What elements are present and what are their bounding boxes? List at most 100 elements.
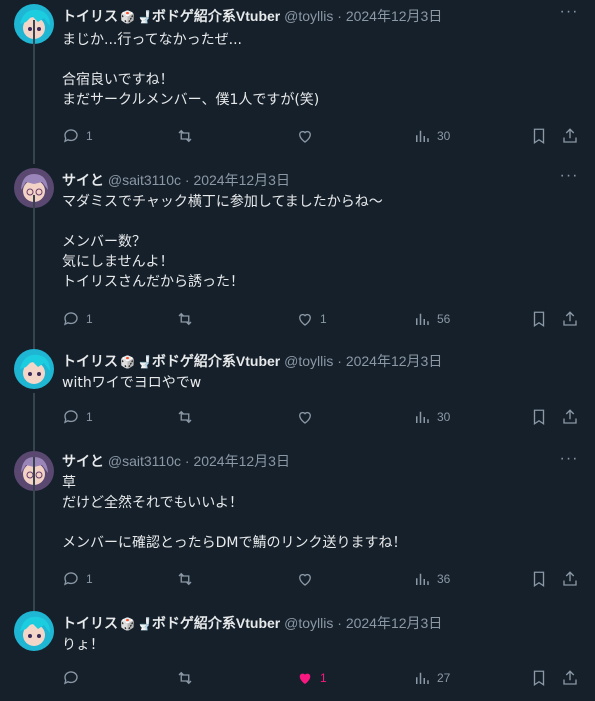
heart-icon xyxy=(299,313,311,326)
author-name-suffix[interactable]: ボドゲ紹介系Vtuber xyxy=(152,353,280,369)
reply-button[interactable]: 1 xyxy=(62,407,93,427)
bookmark-button[interactable] xyxy=(530,569,548,589)
reply-icon xyxy=(63,671,78,685)
author-name[interactable]: トイリス xyxy=(62,8,118,24)
author-handle[interactable]: @sait3110c xyxy=(108,172,181,188)
tweet[interactable]: サイと @sait3110c · 2024年12月3日 ··· マダミスでチャッ… xyxy=(0,20,595,350)
tweet-text: withワイでヨロやでw xyxy=(62,373,575,393)
share-icon xyxy=(563,128,577,143)
like-button[interactable] xyxy=(296,569,314,589)
like-button[interactable]: 1 xyxy=(296,668,327,688)
repost-icon xyxy=(178,129,192,143)
tweet-line-blank xyxy=(62,513,575,533)
tweet-date[interactable]: 2024年12月3日 xyxy=(346,615,443,631)
bookmark-button[interactable] xyxy=(530,309,548,329)
tweet-actions: 1 36 xyxy=(0,569,595,589)
views-button[interactable]: 30 xyxy=(413,126,450,146)
more-options-icon[interactable]: ··· xyxy=(557,449,581,473)
author-name-suffix[interactable]: ボドゲ紹介系Vtuber xyxy=(152,615,280,631)
views-button[interactable]: 30 xyxy=(413,407,450,427)
views-icon xyxy=(416,130,429,142)
author-name-suffix[interactable]: ボドゲ紹介系Vtuber xyxy=(152,8,280,24)
thread-connector xyxy=(33,393,35,451)
share-icon xyxy=(563,670,577,685)
toilet-icon: 🚽 xyxy=(136,10,152,24)
more-options-icon[interactable]: ··· xyxy=(557,166,581,190)
share-icon xyxy=(563,311,577,326)
toilet-icon: 🚽 xyxy=(136,355,152,369)
author-name[interactable]: サイと xyxy=(62,453,104,469)
more-options-icon[interactable]: ··· xyxy=(557,2,581,26)
heart-filled-icon xyxy=(299,673,311,684)
reply-count: 1 xyxy=(86,410,93,424)
like-count: 1 xyxy=(320,671,327,685)
share-button[interactable] xyxy=(561,126,579,146)
author-name[interactable]: トイリス xyxy=(62,615,118,631)
tweet[interactable]: トイリス 🎲 🚽ボドゲ紹介系Vtuber @toyllis · 2024年12月3日… xyxy=(0,457,595,701)
views-button[interactable]: 27 xyxy=(413,668,450,688)
repost-button[interactable] xyxy=(176,668,194,688)
reply-button[interactable]: 1 xyxy=(62,126,93,146)
reply-button[interactable]: 1 xyxy=(62,309,93,329)
heart-icon xyxy=(299,411,311,424)
tweet-line: マダミスでチャック横丁に参加してましたからね〜 xyxy=(62,194,383,210)
author-handle[interactable]: @toyllis xyxy=(284,353,333,369)
share-button[interactable] xyxy=(561,407,579,427)
reply-button[interactable]: 1 xyxy=(62,569,93,589)
tweet-date[interactable]: 2024年12月3日 xyxy=(193,172,290,188)
bookmark-button[interactable] xyxy=(530,126,548,146)
share-button[interactable] xyxy=(561,569,579,589)
tweet[interactable]: トイリス 🎲 🚽ボドゲ紹介系Vtuber @toyllis · 2024年12月3日… xyxy=(0,195,595,445)
avatar[interactable] xyxy=(14,349,54,389)
repost-button[interactable] xyxy=(176,126,194,146)
tweet-line: メンバー数？ xyxy=(62,234,146,250)
tweet-text: りょ！ xyxy=(62,635,575,655)
separator: · xyxy=(184,172,190,188)
tweet-line: 草 xyxy=(62,475,76,491)
tweet-line: りょ！ xyxy=(62,637,104,653)
author-handle[interactable]: @toyllis xyxy=(284,615,333,631)
tweet-line: まだサークルメンバー、僕1人ですが(笑) xyxy=(62,92,320,108)
reply-icon xyxy=(63,410,78,424)
views-icon xyxy=(416,313,429,325)
view-count: 36 xyxy=(437,572,451,586)
separator: · xyxy=(337,8,342,24)
tweet-line: 気にしませんよ！ xyxy=(62,254,174,270)
views-button[interactable]: 36 xyxy=(413,569,450,589)
tweet-date[interactable]: 2024年12月3日 xyxy=(346,8,443,24)
tweet[interactable]: トイリス 🎲 🚽ボドゲ紹介系Vtuber @toyllis · 2024年12月3日… xyxy=(0,0,595,160)
share-button[interactable] xyxy=(561,668,579,688)
repost-button[interactable] xyxy=(176,569,194,589)
view-count: 30 xyxy=(437,410,451,424)
views-icon xyxy=(416,411,429,423)
bookmark-button[interactable] xyxy=(530,407,548,427)
repost-button[interactable] xyxy=(176,309,194,329)
share-button[interactable] xyxy=(561,309,579,329)
like-button[interactable] xyxy=(296,126,314,146)
repost-icon xyxy=(178,572,192,586)
separator: · xyxy=(184,453,190,469)
tweet-date[interactable]: 2024年12月3日 xyxy=(193,453,290,469)
author-handle[interactable]: @toyllis xyxy=(284,8,333,24)
reply-button[interactable] xyxy=(62,668,80,688)
tweet-line: 合宿良いですね！ xyxy=(62,72,174,88)
author-name[interactable]: サイと xyxy=(62,172,104,188)
views-button[interactable]: 56 xyxy=(413,309,450,329)
bookmark-button[interactable] xyxy=(530,668,548,688)
tweet-date[interactable]: 2024年12月3日 xyxy=(346,353,443,369)
like-button[interactable]: 1 xyxy=(296,309,327,329)
repost-button[interactable] xyxy=(176,407,194,427)
like-button[interactable] xyxy=(296,407,314,427)
thread-connector xyxy=(33,20,35,164)
reply-count: 1 xyxy=(86,572,93,586)
tweet-line: トイリスさんだから誘った！ xyxy=(62,274,244,290)
bookmark-icon xyxy=(533,571,545,588)
avatar[interactable] xyxy=(14,611,54,651)
tweet[interactable]: サイと @sait3110c · 2024年12月3日 ··· 草 だけど全然そ… xyxy=(0,393,595,605)
repost-icon xyxy=(178,671,192,685)
reply-count: 1 xyxy=(86,129,93,143)
thread-connector xyxy=(33,457,35,611)
author-name[interactable]: トイリス xyxy=(62,353,118,369)
reply-icon xyxy=(63,129,78,143)
author-handle[interactable]: @sait3110c xyxy=(108,453,181,469)
